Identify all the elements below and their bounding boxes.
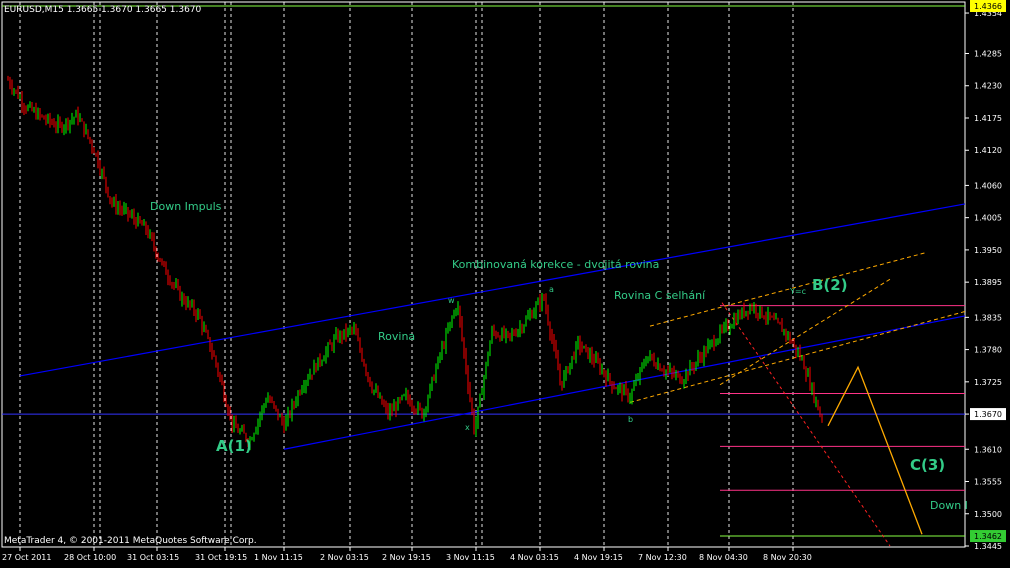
x-tick-label: 31 Oct 03:15 bbox=[127, 553, 179, 562]
y-tick-label: 1.4230 bbox=[974, 82, 1002, 91]
annotation-label: Kombinovaná korekce - dvojitá rovina bbox=[452, 258, 659, 271]
annotation-label: Rovina bbox=[378, 330, 415, 343]
x-tick-label: 31 Oct 19:15 bbox=[195, 553, 247, 562]
annotation-label: b bbox=[628, 415, 633, 424]
annotation-label: w bbox=[448, 296, 455, 305]
y-tick-label: 1.3950 bbox=[974, 246, 1002, 255]
price-box-label: 1.3462 bbox=[974, 532, 1002, 541]
y-tick-label: 1.3555 bbox=[974, 478, 1002, 487]
annotation-label: A(1) bbox=[216, 437, 252, 455]
y-tick-label: 1.4285 bbox=[974, 49, 1002, 58]
y-tick-label: 1.4175 bbox=[974, 114, 1002, 123]
fan-line bbox=[721, 302, 891, 547]
y-tick-label: 1.4120 bbox=[974, 146, 1002, 155]
plot-frame bbox=[1, 1, 966, 548]
wave-projection bbox=[827, 365, 923, 535]
copyright-label: MetaTrader 4, © 2001-2011 MetaQuotes Sof… bbox=[4, 536, 257, 546]
x-tick-label: 8 Nov 04:30 bbox=[699, 553, 748, 562]
x-tick-label: 7 Nov 12:30 bbox=[638, 553, 687, 562]
y-tick-label: 1.3895 bbox=[974, 278, 1002, 287]
y-tick-label: 1.3500 bbox=[974, 510, 1002, 519]
price-chart[interactable]: Down Impuls Kombinovaná korekce - dvojitá… bbox=[0, 0, 1010, 568]
y-tick-label: 1.3835 bbox=[974, 313, 1002, 322]
annotation-label: Down I bbox=[930, 499, 968, 512]
annotation-label: Y=c bbox=[789, 287, 806, 296]
annotation-label: x bbox=[465, 423, 470, 432]
price-box-label: 1.4366 bbox=[974, 2, 1002, 11]
annotation-label: B(2) bbox=[812, 276, 848, 294]
price-box-label: 1.3670 bbox=[974, 410, 1002, 419]
x-tick-label: 3 Nov 11:15 bbox=[446, 553, 495, 562]
chart-title: EURUSD,M15 1.3665 1.3670 1.3665 1.3670 bbox=[4, 5, 202, 15]
y-tick-label: 1.3725 bbox=[974, 378, 1002, 387]
annotation-label: C(3) bbox=[910, 456, 945, 474]
x-tick-label: 4 Nov 19:15 bbox=[574, 553, 623, 562]
y-tick-label: 1.3780 bbox=[974, 346, 1002, 355]
x-tick-label: 8 Nov 20:30 bbox=[763, 553, 812, 562]
x-tick-label: 27 Oct 2011 bbox=[2, 553, 51, 562]
annotation-label: Rovina C selhání bbox=[614, 289, 706, 302]
x-tick-label: 2 Nov 19:15 bbox=[382, 553, 431, 562]
y-tick-label: 1.3610 bbox=[974, 445, 1002, 454]
x-tick-label: 2 Nov 03:15 bbox=[320, 553, 369, 562]
annotation-label: a bbox=[549, 285, 554, 294]
y-tick-label: 1.3445 bbox=[974, 542, 1002, 551]
x-tick-label: 4 Nov 03:15 bbox=[510, 553, 559, 562]
y-tick-label: 1.4005 bbox=[974, 214, 1002, 223]
x-tick-label: 1 Nov 11:15 bbox=[254, 553, 303, 562]
x-tick-label: 28 Oct 10:00 bbox=[64, 553, 116, 562]
annotation-label: Down Impuls bbox=[150, 200, 222, 213]
chart-window[interactable]: Down Impuls Kombinovaná korekce - dvojitá… bbox=[0, 0, 1010, 568]
y-tick-label: 1.4060 bbox=[974, 181, 1002, 190]
